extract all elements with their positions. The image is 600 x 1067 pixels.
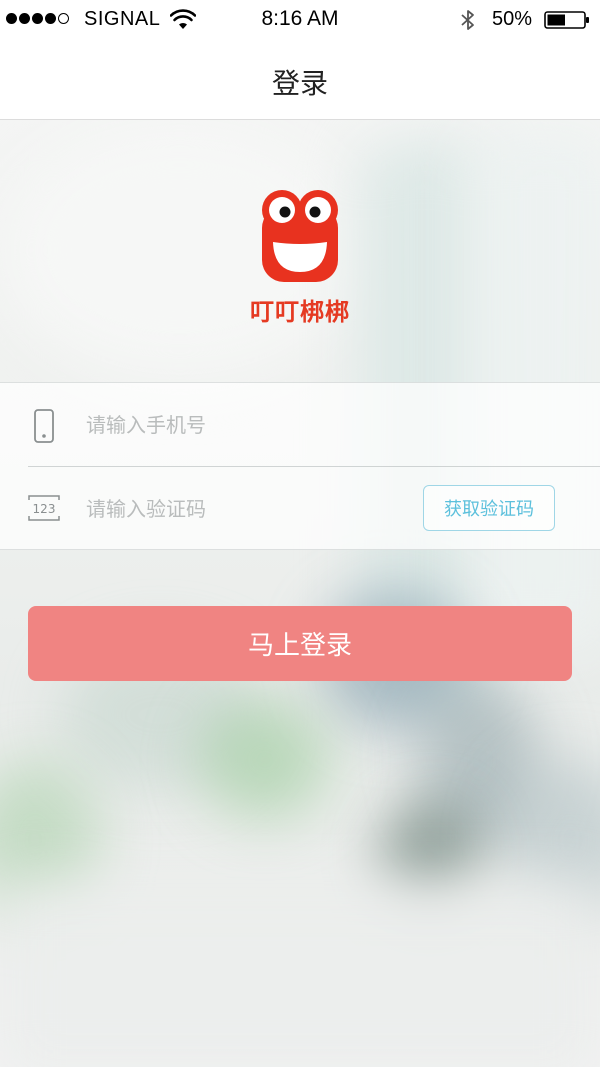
page-title: 登录 <box>271 67 328 100</box>
get-code-button[interactable]: 获取验证码 <box>423 485 555 531</box>
code-row: 123 获取验证码 <box>0 467 600 550</box>
bluetooth-icon <box>461 10 474 30</box>
phone-input[interactable] <box>86 403 406 447</box>
svg-text:123: 123 <box>33 502 56 516</box>
login-button[interactable]: 马上登录 <box>28 606 572 681</box>
phone-icon <box>34 409 54 443</box>
frog-logo-icon <box>262 190 338 282</box>
verification-code-input[interactable] <box>86 487 406 531</box>
nav-bar: 登录 <box>0 40 600 120</box>
status-bar: SIGNAL 8:16 AM 50% <box>0 0 600 40</box>
battery-icon <box>544 11 589 29</box>
login-form: 123 获取验证码 <box>0 382 600 550</box>
phone-row <box>0 383 600 466</box>
keypad-123-icon: 123 <box>28 495 60 521</box>
battery-percentage: 50% <box>492 8 533 30</box>
brand-name: 叮叮梆梆 <box>250 298 350 326</box>
